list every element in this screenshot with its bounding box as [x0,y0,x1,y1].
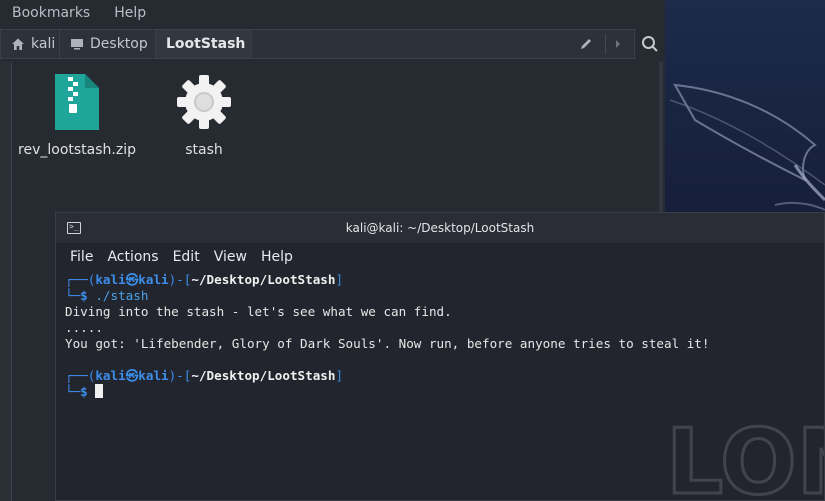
prompt-host: kali [138,272,169,287]
breadcrumb-lootstash[interactable]: LootStash [156,29,252,59]
prompt-user: kali [95,272,126,287]
file-item-stash[interactable]: stash [144,74,264,158]
file-manager-menubar: Bookmarks Help [0,0,665,26]
file-manager-sidebar-edge [0,62,12,501]
menu-help[interactable]: Help [102,5,158,21]
prompt-path: ~/Desktop/LootStash [191,368,336,383]
breadcrumb-desktop[interactable]: Desktop [60,29,156,59]
file-item-rev-lootstash-zip[interactable]: rev_lootstash.zip [17,74,137,158]
pencil-icon [581,39,591,49]
breadcrumb-label: kali [31,36,56,52]
search-icon [642,36,658,52]
command-text: ./stash [95,288,149,303]
location-bar-fill [252,29,635,59]
prompt-at-symbol: ㉿ [125,368,139,383]
file-name: rev_lootstash.zip [18,142,136,158]
desktop: LON Bookmarks Help kali Desktop LootStas [0,0,825,501]
breadcrumb-label: LootStash [166,36,246,52]
zip-archive-icon [55,74,99,130]
terminal-output[interactable]: ┌──(kali㉿kali)-[~/Desktop/LootStash] └─$ … [65,272,815,496]
menu-help[interactable]: Help [254,249,300,265]
terminal-titlebar[interactable]: >_ kali@kali: ~/Desktop/LootStash [56,213,824,243]
terminal-menubar: File Actions Edit View Help [56,244,824,270]
menu-edit[interactable]: Edit [166,249,207,265]
file-name: stash [185,142,223,158]
menu-view[interactable]: View [207,249,254,265]
home-icon [11,37,25,51]
edit-location-button[interactable] [571,29,601,59]
search-button[interactable] [635,29,665,59]
chevron-right-icon [616,40,620,48]
gear-icon [177,75,231,129]
prompt-path: ~/Desktop/LootStash [191,272,336,287]
prompt-user: kali [95,368,126,383]
breadcrumb-label: Desktop [90,36,148,52]
terminal-window: >_ kali@kali: ~/Desktop/LootStash File A… [55,212,825,501]
terminal-title: kali@kali: ~/Desktop/LootStash [345,221,535,235]
output-line: You got: 'Lifebender, Glory of Dark Soul… [65,336,710,351]
breadcrumb-kali[interactable]: kali [0,29,60,59]
menu-actions[interactable]: Actions [100,249,165,265]
divider [605,34,606,54]
forward-button[interactable] [610,29,626,59]
menu-bookmarks[interactable]: Bookmarks [0,5,102,21]
text-cursor [95,384,104,398]
terminal-icon: >_ [67,222,81,234]
command-line-1: └─$ ./stash [65,288,149,303]
location-bar: kali Desktop LootStash [0,28,665,60]
output-line: Diving into the stash - let's see what w… [65,304,452,319]
desktop-icon [70,37,84,51]
command-line-2: └─$ [65,384,815,400]
prompt-at-symbol: ㉿ [125,272,139,287]
menu-file[interactable]: File [63,249,100,265]
prompt-host: kali [138,368,169,383]
prompt-line-2: ┌──(kali㉿kali)-[~/Desktop/LootStash] [65,368,344,383]
prompt-line-1: ┌──(kali㉿kali)-[~/Desktop/LootStash] [65,272,344,287]
output-line: ..... [65,320,103,335]
